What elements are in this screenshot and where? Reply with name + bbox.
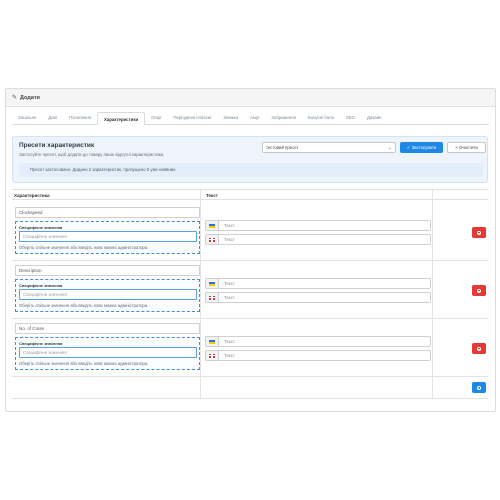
times-icon: × <box>455 145 458 150</box>
attributes-table-header: Характеристика Текст <box>12 189 488 200</box>
specific-value-box: Специфічне значення Специфічне значення … <box>15 221 200 254</box>
tab-data[interactable]: Дані <box>42 111 63 124</box>
specific-value-label: Специфічне значення <box>19 341 63 346</box>
text-placeholder: Текст <box>224 281 235 286</box>
specific-value-help: Оберіть спільне значення або введіть нов… <box>19 245 149 250</box>
tab-links[interactable]: Посилання <box>63 111 97 124</box>
specific-value-help: Оберіть спільне значення або введіть нов… <box>19 361 149 366</box>
row-divider <box>12 398 488 399</box>
tab-general[interactable]: Загальне <box>12 111 42 124</box>
specific-value-box: Специфічне значення Специфічне значення … <box>15 279 200 312</box>
remove-attribute-button[interactable] <box>472 343 486 354</box>
flag-gb-icon <box>206 351 219 360</box>
tab-special[interactable]: Акції <box>244 111 265 124</box>
flag-ua-icon <box>206 337 219 346</box>
tab-bar: Загальне Дані Посилання Характеристики О… <box>12 109 489 125</box>
presets-title: Пресети характеристик <box>19 142 95 149</box>
specific-value-help: Оберіть спільне значення або введіть нов… <box>19 303 149 308</box>
presets-box: Пресети характеристик Застосуйте пресет,… <box>12 136 488 183</box>
minus-circle-icon <box>477 288 481 293</box>
specific-value-input[interactable]: Специфічне значення <box>19 347 197 358</box>
minus-circle-icon <box>477 346 481 351</box>
clear-label: Очистити <box>458 145 478 150</box>
text-input-en[interactable]: Текст <box>205 234 431 245</box>
text-placeholder: Текст <box>224 223 235 228</box>
col-text-header: Текст <box>206 193 218 198</box>
chevron-down-icon: ⌄ <box>387 145 392 151</box>
flag-ua-icon <box>206 221 219 230</box>
tab-attributes[interactable]: Характеристики <box>97 112 146 125</box>
table-row: Clockspeed Специфічне значення Специфічн… <box>12 201 488 259</box>
table-row: Description Специфічне значення Специфіч… <box>12 259 488 317</box>
flag-ua-icon <box>206 279 219 288</box>
panel-title: Додати <box>20 94 40 101</box>
panel-heading: ✎ Додати <box>6 89 495 107</box>
text-input-ua[interactable]: Текст <box>205 278 431 289</box>
plus-circle-icon <box>477 385 481 390</box>
text-placeholder: Текст <box>224 339 235 344</box>
specific-value-input[interactable]: Специфічне значення <box>19 231 197 242</box>
preset-applied-alert: Пресет застосовано. Додано 2 характерист… <box>19 163 483 177</box>
specific-value-label: Специфічне значення <box>19 283 63 288</box>
tab-images[interactable]: Зображення <box>265 111 302 124</box>
tab-reward-points[interactable]: Бонусні бали <box>302 111 340 124</box>
remove-attribute-button[interactable] <box>472 227 486 238</box>
specific-value-box: Специфічне значення Специфічне значення … <box>15 337 200 370</box>
attribute-name-input[interactable]: No. of Cores <box>15 323 200 334</box>
tab-discount[interactable]: Знижка <box>217 111 244 124</box>
text-input-en[interactable]: Текст <box>205 350 431 361</box>
text-input-en[interactable]: Текст <box>205 292 431 303</box>
preset-select-value: тестовий пресет <box>266 145 299 150</box>
col-attribute-header: Характеристика <box>14 193 50 198</box>
text-placeholder: Текст <box>224 295 235 300</box>
preset-select[interactable]: тестовий пресет ⌄ <box>262 142 396 153</box>
apply-preset-button[interactable]: ✓ Застосувати <box>400 142 443 153</box>
flag-gb-icon <box>206 235 219 244</box>
attribute-name-input[interactable]: Clockspeed <box>15 207 200 218</box>
specific-value-input[interactable]: Специфічне значення <box>19 289 197 300</box>
text-placeholder: Текст <box>224 237 235 242</box>
remove-attribute-button[interactable] <box>472 285 486 296</box>
table-row: No. of Cores Специфічне значення Специфі… <box>12 317 488 375</box>
tab-design[interactable]: Дизайн <box>361 111 387 124</box>
tab-recurring[interactable]: Періодичні платежі <box>167 111 217 124</box>
tab-options[interactable]: Опції <box>145 111 167 124</box>
flag-gb-icon <box>206 293 219 302</box>
check-icon: ✓ <box>406 145 411 150</box>
pencil-icon: ✎ <box>12 95 18 101</box>
minus-circle-icon <box>477 230 481 235</box>
clear-preset-button[interactable]: × Очистити <box>447 142 486 153</box>
tab-seo[interactable]: SEO <box>340 111 361 124</box>
apply-label: Застосувати <box>411 145 437 150</box>
text-input-ua[interactable]: Текст <box>205 220 431 231</box>
attribute-name-input[interactable]: Description <box>15 265 200 276</box>
row-divider <box>12 376 488 377</box>
add-attribute-button[interactable] <box>472 382 486 393</box>
presets-description: Застосуйте пресет, щоб додати до товару … <box>19 152 165 157</box>
specific-value-label: Специфічне значення <box>19 225 63 230</box>
text-placeholder: Текст <box>224 353 235 358</box>
text-input-ua[interactable]: Текст <box>205 336 431 347</box>
